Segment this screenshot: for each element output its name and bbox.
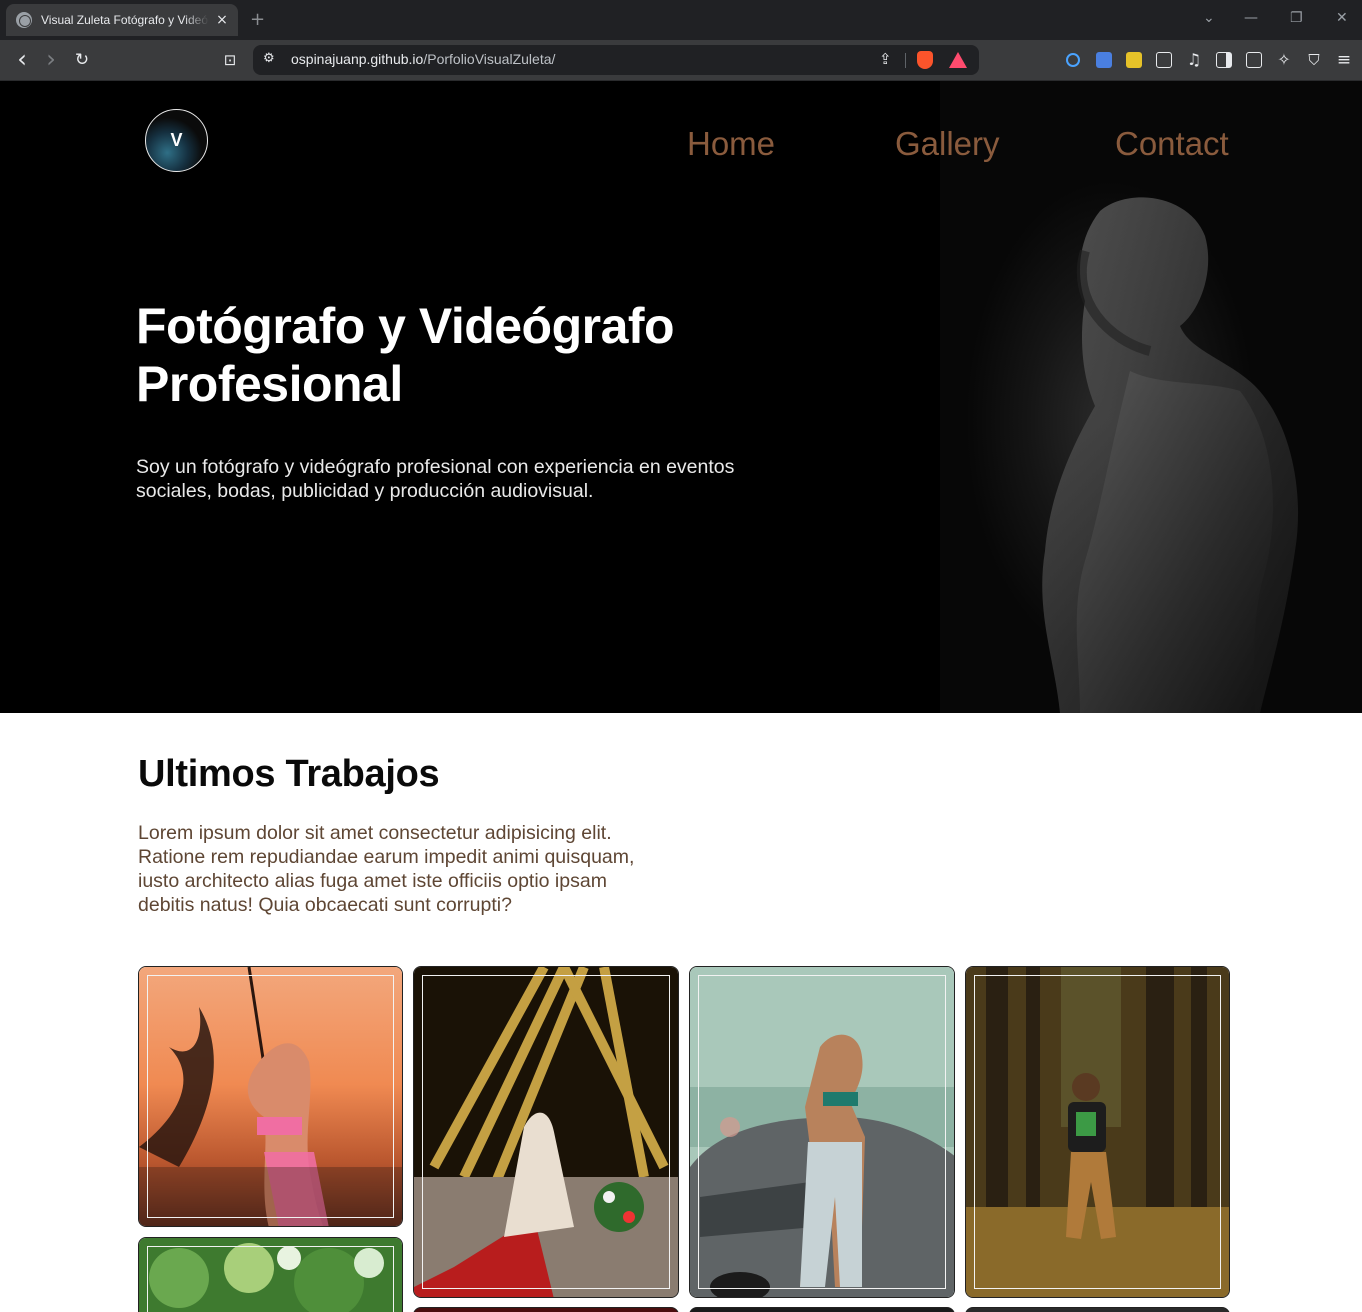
nav-home-link[interactable]: Home bbox=[687, 125, 775, 163]
translate-extension-icon[interactable] bbox=[1096, 52, 1112, 68]
address-bar[interactable]: ⚙ ospinajuanp.github.io/PorfolioVisualZu… bbox=[253, 45, 979, 75]
share-icon[interactable]: ⇪ bbox=[879, 50, 892, 68]
site-logo[interactable]: V bbox=[145, 109, 208, 172]
hero-section: V Home Gallery Contact Fotógrafo y Videó… bbox=[0, 81, 1362, 713]
sidebar-icon[interactable] bbox=[1216, 52, 1232, 68]
speech-extension-icon[interactable] bbox=[1066, 53, 1080, 67]
globe-icon bbox=[16, 12, 32, 28]
page-viewport: V Home Gallery Contact Fotógrafo y Videó… bbox=[0, 81, 1362, 1312]
browser-tab[interactable]: Visual Zuleta Fotógrafo y Videógrafo × bbox=[6, 4, 238, 36]
card-frame bbox=[422, 975, 670, 1289]
extensions-puzzle-icon[interactable] bbox=[1156, 52, 1172, 68]
url-text[interactable]: ospinajuanp.github.io/PorfolioVisualZule… bbox=[291, 51, 555, 67]
gallery-card-wedding-hall[interactable] bbox=[413, 966, 679, 1298]
back-icon[interactable]: ‹ bbox=[12, 47, 32, 71]
minimize-button[interactable]: — bbox=[1244, 10, 1258, 26]
hero-title-line-2: Profesional bbox=[136, 356, 403, 412]
leo-ai-icon[interactable]: ✧ bbox=[1274, 50, 1294, 70]
hero-title-line-1: Fotógrafo y Videógrafo bbox=[136, 298, 675, 354]
works-section-title: Ultimos Trabajos bbox=[138, 753, 440, 795]
works-section-description: Lorem ipsum dolor sit amet consectetur a… bbox=[138, 822, 635, 916]
card-frame bbox=[147, 975, 394, 1218]
main-menu-icon[interactable]: ≡ bbox=[1334, 50, 1354, 70]
card-frame bbox=[698, 975, 946, 1289]
bookmark-icon[interactable]: ⊡ bbox=[220, 50, 240, 70]
new-tab-button[interactable]: + bbox=[250, 9, 265, 30]
portrait-silhouette bbox=[1042, 197, 1299, 713]
nav-contact-link[interactable]: Contact bbox=[1115, 125, 1229, 163]
tab-strip: Visual Zuleta Fotógrafo y Videógrafo × +… bbox=[0, 0, 1362, 40]
gallery-card-beach-sunset[interactable] bbox=[138, 966, 403, 1227]
close-tab-icon[interactable]: × bbox=[214, 12, 230, 28]
forward-icon[interactable]: › bbox=[41, 47, 61, 71]
gallery-card-row2-4[interactable] bbox=[965, 1307, 1230, 1312]
tab-title: Visual Zuleta Fotógrafo y Videógrafo bbox=[41, 13, 209, 27]
divider bbox=[905, 53, 906, 68]
hero-description: Soy un fotógrafo y videógrafo profesiona… bbox=[136, 456, 735, 502]
browser-toolbar: ‹ › ↻ ⊡ ⚙ ospinajuanp.github.io/Porfolio… bbox=[0, 40, 1362, 81]
vpn-shield-icon[interactable]: ⛉ bbox=[1304, 50, 1324, 70]
logo-letter: V bbox=[170, 130, 183, 150]
gallery-card-row2-3[interactable] bbox=[689, 1307, 955, 1312]
site-info-icon[interactable]: ⚙ bbox=[263, 51, 275, 66]
hero-title: Fotógrafo y Videógrafo Profesional bbox=[136, 297, 756, 413]
media-control-icon[interactable]: ♫ bbox=[1184, 50, 1204, 70]
card-frame bbox=[974, 975, 1221, 1289]
tab-search-icon[interactable]: ⌄ bbox=[1203, 10, 1215, 26]
restore-button[interactable]: ❐ bbox=[1290, 10, 1303, 26]
brave-rewards-icon[interactable] bbox=[949, 52, 967, 68]
brave-shields-icon[interactable] bbox=[917, 51, 933, 69]
highlight-extension-icon[interactable] bbox=[1126, 52, 1142, 68]
reload-icon[interactable]: ↻ bbox=[72, 50, 92, 70]
card-frame bbox=[147, 1246, 394, 1312]
gallery-card-row2-2[interactable] bbox=[413, 1307, 679, 1312]
nav-gallery-link[interactable]: Gallery bbox=[895, 125, 1000, 163]
close-window-button[interactable]: ✕ bbox=[1336, 10, 1348, 26]
gallery-card-garden[interactable] bbox=[138, 1237, 403, 1312]
wallet-icon[interactable] bbox=[1246, 52, 1262, 68]
gallery-card-car-portrait[interactable] bbox=[689, 966, 955, 1298]
gallery-card-forest-child[interactable] bbox=[965, 966, 1230, 1298]
